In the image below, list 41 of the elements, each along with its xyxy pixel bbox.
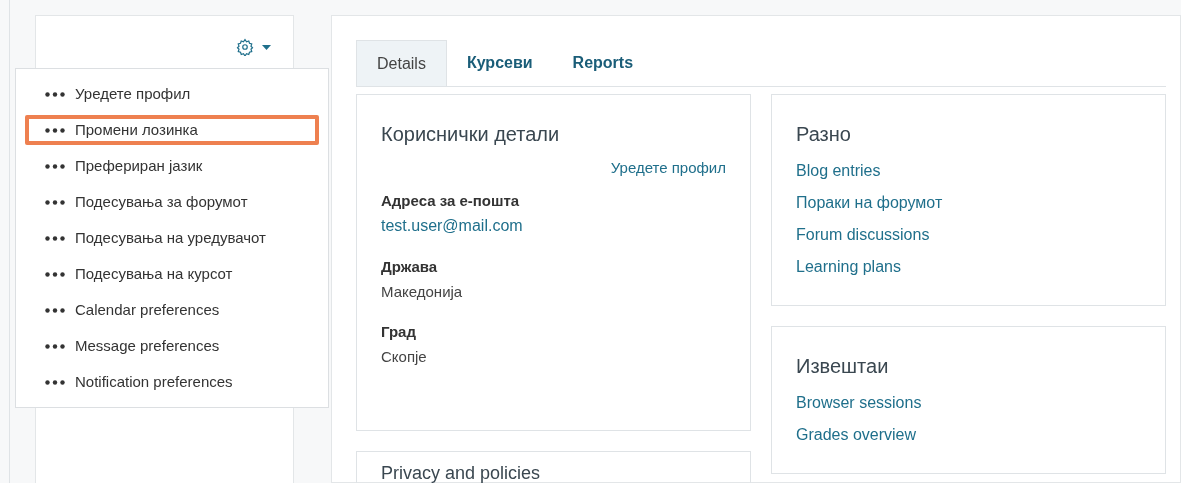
caret-icon [262,44,271,50]
menu-item[interactable]: Notification preferences [25,367,319,397]
field-value: Скопје [381,346,428,367]
card-link[interactable]: Forum discussions [796,219,1141,251]
menu-item[interactable]: Подесувања на курсот [25,259,319,289]
menu-item[interactable]: Calendar preferences [25,295,319,325]
settings-menu-button[interactable] [236,38,271,56]
menu-item[interactable]: Подесувања за форумот [25,187,319,217]
field-value: Македонија [381,281,464,302]
menu-item[interactable]: Message preferences [25,331,319,361]
settings-icon [236,38,254,56]
dots-icon [45,307,65,313]
field-label: Држава [381,257,439,277]
dots-icon [45,127,65,133]
card-link[interactable]: Learning plans [796,251,1141,283]
menu-item[interactable]: Уредете профил [25,79,319,109]
tab[interactable]: Details [356,40,447,86]
card-title: Извештаи [796,354,890,379]
menu-item[interactable]: Промени лозинка [25,115,319,145]
email-link[interactable]: test.user@mail.com [381,214,726,238]
card-link[interactable]: Browser sessions [796,387,1141,419]
dots-icon [45,343,65,349]
dots-icon [45,235,65,241]
field-label: Адреса за е-пошта [381,190,521,211]
card-title: Privacy and policies [381,462,542,483]
dots-icon [45,379,65,385]
menu-item[interactable]: Префериран јазик [25,151,319,181]
dots-icon [45,91,65,97]
edit-profile-link[interactable]: Уредете профил [610,157,726,180]
tab[interactable]: Reports [552,40,654,86]
tab[interactable]: Курсеви [446,40,553,86]
card-title: Разно [796,122,852,147]
dots-icon [45,199,65,205]
menu-item[interactable]: Подесувања на уредувачот [25,223,319,253]
dots-icon [45,271,65,277]
field-label: Град [381,322,417,342]
dots-icon [45,163,65,169]
card-link[interactable]: Grades overview [796,419,1141,451]
card-link[interactable]: Blog entries [796,155,1141,187]
card-title: Кориснички детали [381,122,561,147]
card-link[interactable]: Пораки на форумот [796,187,1141,219]
